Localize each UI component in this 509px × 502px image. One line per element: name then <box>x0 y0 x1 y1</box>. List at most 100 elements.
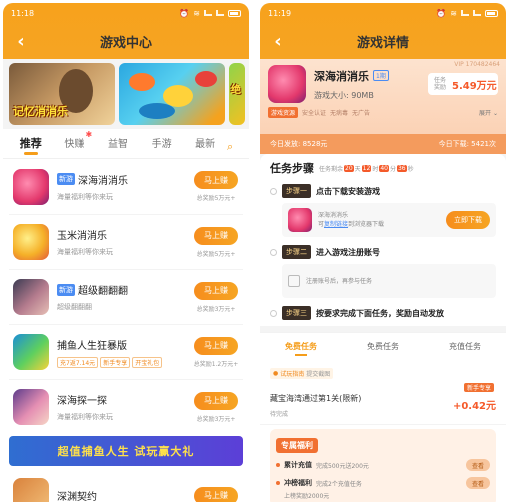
game-icon <box>268 65 306 103</box>
game-desc: 超级翻翻翻 <box>57 303 92 311</box>
today-downloads: 今日下载: 5421次 <box>438 140 496 148</box>
task-row[interactable]: 新手专享 藏宝海湾通过第1关(限新) 待完成 +0.42元 <box>260 381 506 425</box>
tab-recommend[interactable]: 推荐 <box>9 129 53 159</box>
expand-button[interactable]: 展开 ⌄ <box>479 108 498 117</box>
game-name: 捕鱼人生狂暴版 <box>57 340 127 352</box>
game-tag: 开宝礼包 <box>132 356 163 368</box>
earn-now-button[interactable]: 马上赚 <box>194 226 238 245</box>
step-1: 步骤一 点击下载安装游戏 <box>270 184 496 198</box>
list-item[interactable]: 玉米消消乐 海量福利等你来玩 马上赚 总奖励5万元+ <box>9 214 243 269</box>
list-item[interactable]: 捕鱼人生狂暴版 充7返7.14元 新手专享 开宝礼包 马上赚 总奖励1.2万元+ <box>9 324 243 379</box>
earn-now-button[interactable]: 马上赚 <box>194 171 238 189</box>
step-text: 按要求完成下面任务，奖励自动发放 <box>316 308 444 318</box>
game-icon <box>13 389 49 425</box>
list-item[interactable]: 新游 超级翻翻翻 超级翻翻翻 马上赚 总奖励3万元+ <box>9 269 243 324</box>
submit-screenshot-label: 提交截图 <box>306 371 331 378</box>
stats-bar: 今日发放: 8528元 今日下载: 5421次 <box>260 134 506 154</box>
fish-graphic <box>129 73 155 91</box>
tab-label: 快赚 <box>64 138 85 150</box>
banner-carousel[interactable]: 记忆消消乐 绝 <box>3 59 249 127</box>
hot-badge-icon: ✱ <box>85 129 93 139</box>
earn-now-button[interactable]: 马上赚 <box>194 336 238 355</box>
tab-mobile-games[interactable]: 手游 <box>140 129 184 159</box>
status-time: 11:19 <box>268 8 292 18</box>
game-tags: 游戏资源 安全认证 无病毒 无广告 展开 ⌄ <box>268 107 498 118</box>
trial-guide-row: ● 试玩指南 提交截图 <box>260 358 506 381</box>
status-icons: ⏰ ≋ <box>436 9 498 18</box>
tab-quick-earn[interactable]: 快赚 ✱ <box>53 129 97 159</box>
period-badge: 1期 <box>373 70 389 81</box>
unit: 分 <box>389 165 396 173</box>
copy-link[interactable]: 复制链接 <box>324 221 348 228</box>
game-summary: VIP 170482464 深海消消乐 1期 游戏大小: 90MB 任务奖励 5.… <box>260 59 506 134</box>
game-name: 深海探一探 <box>57 396 107 407</box>
new-badge: 新游 <box>57 173 75 185</box>
tag-no-virus: 无病毒 <box>330 110 349 117</box>
vip-code: VIP 170482464 <box>454 61 500 68</box>
reward-value: 5.49万元 <box>452 80 497 92</box>
status-time: 11:18 <box>11 8 35 18</box>
new-badge: 新游 <box>57 283 75 296</box>
back-arrow-icon[interactable]: ‹ <box>11 31 31 52</box>
task-reward-box: 任务奖励 5.49万元 <box>428 73 498 95</box>
game-detail-screen: 11:19 ⏰ ≋ ‹ 游戏详情 VIP 170482464 深海消消乐 1期 <box>260 3 506 502</box>
tab-free-tasks[interactable]: 免费任务 <box>260 333 342 358</box>
task-steps: 任务步骤 任务剩余 20 天 12 时 40 分 36 秒 步骤一 点击下载安装游戏 深… <box>260 154 506 326</box>
view-button[interactable]: 查看 <box>466 477 490 489</box>
earn-now-button[interactable]: 马上赚 <box>194 391 238 410</box>
tab-free-tasks-2[interactable]: 免费任务 <box>342 333 424 358</box>
signal-icon-2 <box>473 10 481 16</box>
fish-graphic <box>195 71 217 87</box>
welfare-row: 冲榜福利 完成2个充值任务 查看 <box>276 477 490 489</box>
newbie-badge: 新手专享 <box>463 383 494 392</box>
tab-latest[interactable]: 最新 <box>183 129 227 159</box>
exclusive-welfare: 专属福利 累计充值 完成500元送200元 查看 冲榜福利 完成2个充值任务 查… <box>260 425 506 502</box>
wifi-icon: ≋ <box>193 8 200 18</box>
total-reward: 总奖励5万元+ <box>196 195 236 202</box>
step-2: 步骤二 进入游戏注册账号 <box>270 245 496 259</box>
countdown-days: 20 <box>344 164 354 172</box>
signal-icon-2 <box>216 10 224 16</box>
game-tag: 充7返7.14元 <box>57 356 99 368</box>
status-icons: ⏰ ≋ <box>179 9 241 18</box>
game-icon <box>13 224 49 260</box>
earn-now-button[interactable]: 马上赚 <box>194 486 238 502</box>
tab-puzzle[interactable]: 益智 <box>96 129 140 159</box>
step-3: 步骤三 按要求完成下面任务，奖励自动发放 <box>270 306 496 320</box>
header: 11:19 ⏰ ≋ ‹ 游戏详情 <box>260 3 506 59</box>
welfare-desc: 完成2个充值任务 <box>316 480 362 488</box>
game-desc: 海量福利等你来玩 <box>57 413 113 421</box>
game-name: 深渊契约 <box>57 492 97 502</box>
game-desc: 海量福利等你来玩 <box>57 192 113 201</box>
promo-banner[interactable]: 超值捕鱼人生 试玩赢大礼 <box>9 436 243 466</box>
countdown: 任务剩余 20 天 12 时 40 分 36 秒 <box>319 164 414 173</box>
banner-fish-game[interactable] <box>119 63 225 125</box>
download-button[interactable]: 立即下载 <box>446 211 490 229</box>
alarm-icon: ⏰ <box>436 8 447 18</box>
welfare-desc: 完成500元送200元 <box>316 462 369 470</box>
game-icon <box>13 477 49 502</box>
total-reward: 总奖励1.2万元+ <box>193 360 239 368</box>
banner-memory-match[interactable]: 记忆消消乐 <box>9 63 115 125</box>
list-item[interactable]: 新游 深海消消乐 海量福利等你来玩 马上赚 总奖励5万元+ <box>9 159 243 214</box>
banner-partial[interactable]: 绝 <box>229 63 245 125</box>
tag-no-ads: 无广告 <box>352 110 371 117</box>
chevron-down-icon: ⌄ <box>492 110 498 117</box>
earn-now-button[interactable]: 马上赚 <box>194 281 238 300</box>
signal-icon <box>461 10 469 16</box>
alarm-icon: ⏰ <box>179 8 190 18</box>
search-icon[interactable]: ⌕ <box>227 134 243 154</box>
list-item[interactable]: 深海探一探 海量福利等你来玩 马上赚 总奖励3万元+ <box>9 379 243 434</box>
trial-guide-chip[interactable]: ● 试玩指南 提交截图 <box>270 368 334 379</box>
total-reward: 总奖励5万元+ <box>196 250 236 258</box>
game-size: 游戏大小: 90MB <box>314 90 374 100</box>
tab-recharge-tasks[interactable]: 充值任务 <box>424 333 506 358</box>
info-icon: ● <box>273 370 279 377</box>
list-item[interactable]: 深渊契约 马上赚 <box>9 468 243 502</box>
category-tabs: 推荐 快赚 ✱ 益智 手游 最新 ⌕ <box>3 129 249 159</box>
welfare-desc: 上榜奖励2000元 <box>284 493 330 500</box>
game-icon <box>288 208 312 232</box>
back-arrow-icon[interactable]: ‹ <box>268 31 288 52</box>
view-button[interactable]: 查看 <box>466 459 490 471</box>
welfare-row: 累计充值 完成500元送200元 查看 <box>276 459 490 471</box>
